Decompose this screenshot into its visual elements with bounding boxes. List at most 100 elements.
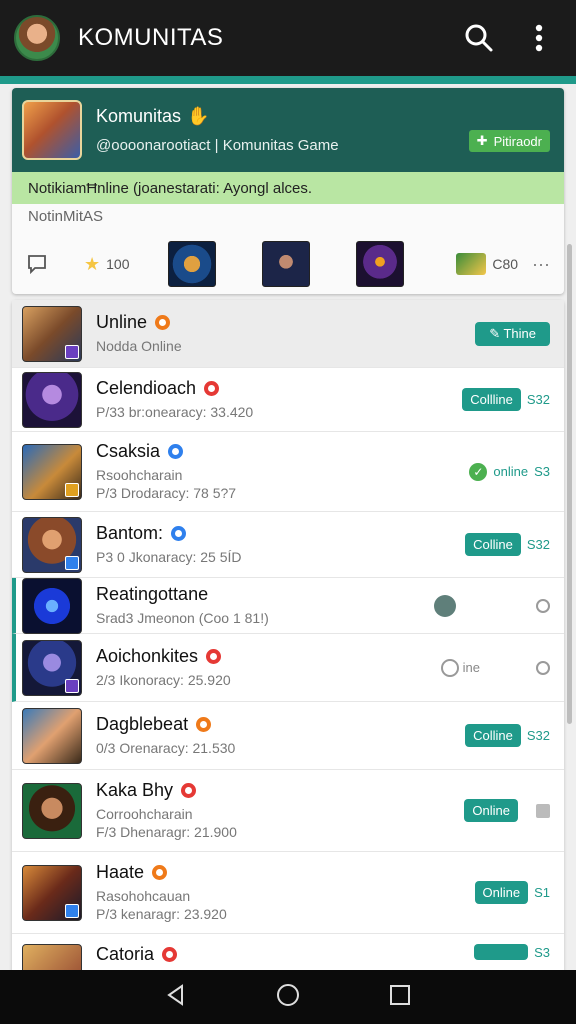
- role-icon: [65, 344, 79, 359]
- role-icon: [65, 903, 79, 918]
- featured-thumb-3[interactable]: [356, 241, 404, 287]
- plus-icon: ✚: [476, 133, 488, 148]
- community-name: Komunitas: [96, 106, 182, 126]
- status-label: online: [493, 464, 529, 479]
- home-icon[interactable]: [275, 982, 301, 1013]
- community-header: Komunitas ✋ @oooonarootiact | Komunitas …: [12, 88, 564, 172]
- status-extra: S32: [526, 392, 550, 407]
- featured-thumb-2[interactable]: [262, 241, 310, 287]
- avatar[interactable]: [14, 15, 60, 61]
- member-name: Haate: [96, 862, 145, 882]
- badge-label: Pitiraodr: [493, 133, 542, 149]
- member-name: Kaka Bhy: [96, 780, 174, 800]
- member-meta: 2/3 Ikonoracy: 25.920: [96, 672, 231, 688]
- member-meta: P3 0 Jkonaracy: 25 5ÍD: [96, 549, 242, 565]
- hand-icon: ✋: [187, 106, 210, 126]
- search-icon[interactable]: [462, 21, 496, 55]
- more-horiz-icon[interactable]: ···: [532, 254, 550, 275]
- gift-stat: C80: [456, 253, 518, 275]
- select-radio[interactable]: [536, 660, 550, 675]
- chat-icon[interactable]: [26, 253, 84, 275]
- star-icon: ★: [84, 253, 101, 274]
- member-avatar: [22, 639, 82, 696]
- orange-badge-icon: [152, 865, 168, 880]
- stars-count: 100: [106, 256, 130, 272]
- member-list: Unline Nodda Online ✎ Thine Celendioach …: [12, 300, 564, 970]
- member-name: Unline: [96, 312, 148, 332]
- community-subtitle: @oooonarootiact | Komunitas Game: [96, 137, 339, 154]
- list-item[interactable]: Bantom: P3 0 Jkonaracy: 25 5ÍD Colline S…: [12, 512, 564, 578]
- member-avatar: [22, 782, 82, 839]
- community-stats-row: ★ 100 C80 ···: [12, 233, 564, 294]
- member-avatar: [22, 944, 82, 970]
- member-meta-2: F/3 Dhenaragr: 21.900: [96, 824, 237, 840]
- member-avatar: [22, 516, 82, 573]
- orange-badge-icon: [196, 717, 212, 732]
- status-extra: S3: [534, 464, 550, 479]
- member-meta: P/33 br:onearacy: 33.420: [96, 404, 254, 420]
- list-item[interactable]: Dagblebeat 0/3 Orenaracy: 21.530 Colline…: [12, 702, 564, 770]
- member-meta: 0/3 Orenaracy: 21.530: [96, 740, 236, 756]
- stars-stat: ★ 100: [84, 254, 164, 275]
- verified-badge-icon: [171, 526, 187, 541]
- status-pill[interactable]: Colline: [465, 533, 521, 556]
- member-avatar: [22, 443, 82, 500]
- member-avatar: [22, 864, 82, 921]
- status-label: ine: [462, 660, 480, 675]
- status-extra: S3: [534, 944, 550, 960]
- member-meta: Corroohcharain: [96, 806, 193, 822]
- member-avatar: [22, 707, 82, 764]
- content-area: Komunitas ✋ @oooonarootiact | Komunitas …: [0, 84, 576, 970]
- status-pill[interactable]: [474, 944, 529, 960]
- member-name: Csaksia: [96, 441, 161, 461]
- community-logo: [22, 100, 82, 160]
- status-label: Thine: [503, 325, 536, 341]
- list-item[interactable]: Csaksia Rsoohcharain P/3 Drodaracy: 78 5?…: [12, 432, 564, 512]
- member-meta-2: P/3 Drodaracy: 78 5?7: [96, 485, 237, 501]
- community-card: Komunitas ✋ @oooonarootiact | Komunitas …: [12, 88, 564, 294]
- status-extra: S1: [534, 885, 550, 900]
- app-bar: KOMUNITAS: [0, 0, 576, 76]
- status-pill[interactable]: Collline: [462, 388, 521, 411]
- member-avatar: [22, 305, 82, 362]
- status-pill[interactable]: Online: [464, 799, 518, 822]
- verified-badge-icon: [168, 444, 184, 459]
- select-radio[interactable]: [536, 598, 550, 613]
- more-vert-icon[interactable]: [522, 21, 556, 55]
- featured-thumb-1[interactable]: [168, 241, 216, 287]
- member-name: Reatingottane: [96, 584, 209, 604]
- status-pill[interactable]: Online: [474, 881, 529, 904]
- role-icon: [65, 678, 79, 693]
- member-name: Catoria: [96, 944, 155, 964]
- slash-circle-icon: [440, 658, 459, 677]
- member-meta: Rasohohcauan: [96, 888, 191, 904]
- recents-icon[interactable]: [388, 983, 412, 1012]
- list-item[interactable]: Catoria S3: [12, 934, 564, 970]
- gift-icon: [456, 253, 487, 275]
- list-item[interactable]: Kaka Bhy Corroohcharain F/3 Dhenaragr: 21…: [12, 770, 564, 852]
- scrollbar[interactable]: [567, 244, 572, 724]
- list-item[interactable]: Reatingottane Srad3 Jmeonon (Coo 1 81!): [12, 577, 564, 634]
- status-button[interactable]: ✎ Thine: [475, 321, 550, 346]
- list-item[interactable]: Unline Nodda Online ✎ Thine: [12, 300, 564, 368]
- list-item[interactable]: Celendioach P/33 br:onearacy: 33.420 Col…: [12, 368, 564, 432]
- red-badge-icon: [181, 783, 197, 798]
- back-icon[interactable]: [164, 983, 188, 1012]
- system-nav-bar: [0, 970, 576, 1024]
- app-title: KOMUNITAS: [78, 24, 224, 51]
- red-badge-icon: [162, 947, 178, 962]
- edit-icon[interactable]: [434, 594, 456, 617]
- member-name: Aoichonkites: [96, 646, 199, 666]
- community-badge[interactable]: ✚ Pitiraodr: [468, 130, 550, 152]
- checkbox-icon[interactable]: [536, 803, 550, 818]
- list-item[interactable]: Haate Rasohohcauan P/3 kenaragr: 23.920 O…: [12, 852, 564, 934]
- status-pill[interactable]: Colline: [465, 724, 521, 747]
- notification-banner[interactable]: NotikiamĦnline (joanestarati: Ayongl alc…: [12, 172, 564, 204]
- red-badge-icon: [204, 381, 220, 396]
- member-name: Celendioach: [96, 378, 197, 398]
- member-meta: Nodda Online: [96, 338, 182, 354]
- member-avatar: [22, 577, 82, 634]
- gift-count: C80: [492, 256, 519, 272]
- list-item[interactable]: Aoichonkites 2/3 Ikonoracy: 25.920 ine: [12, 634, 564, 702]
- status-extra: S32: [526, 728, 550, 743]
